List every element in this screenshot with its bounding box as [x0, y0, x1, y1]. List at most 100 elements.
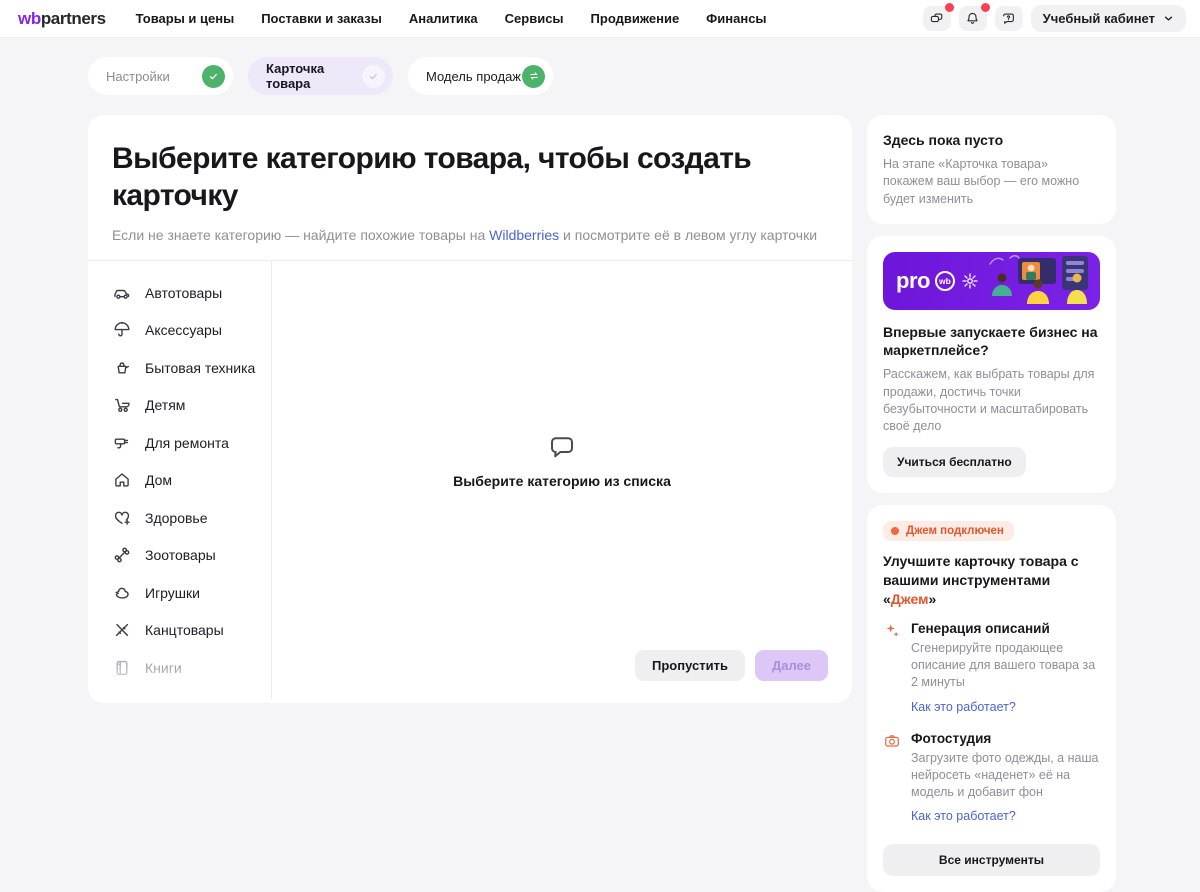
category-item[interactable]: Бытовая техника [88, 349, 271, 387]
step-sales-model[interactable]: Модель продаж [408, 57, 553, 95]
jam-title-after: » [928, 591, 936, 607]
tool-body: Фотостудия Загрузите фото одежды, а наша… [911, 731, 1100, 826]
selection-preview-text: На этапе «Карточка товара» покажем ваш в… [883, 156, 1100, 208]
check-icon [202, 65, 225, 88]
category-item[interactable]: Для ремонта [88, 424, 271, 462]
camera-icon [883, 732, 901, 826]
selection-preview-card: Здесь пока пусто На этапе «Карточка това… [867, 115, 1116, 224]
step-sales-model-label: Модель продаж [426, 69, 521, 84]
bell-icon [965, 11, 980, 26]
category-label: Зоотовары [145, 547, 216, 563]
category-label: Аксессуары [145, 322, 222, 338]
check-icon-inactive [362, 65, 385, 88]
skip-button[interactable]: Пропустить [635, 650, 745, 681]
prowb-logo-wb: wb [935, 271, 955, 291]
prowb-banner[interactable]: pro wb [883, 252, 1100, 310]
nav-services[interactable]: Сервисы [505, 11, 564, 26]
help-button[interactable] [995, 6, 1023, 31]
swap-arrows-icon [522, 65, 545, 88]
empty-state-text: Выберите категорию из списка [453, 473, 671, 489]
nav-promotion[interactable]: Продвижение [591, 11, 680, 26]
stroller-icon [112, 395, 132, 415]
tool-desc: Сгенерируйте продающее описание для ваше… [911, 640, 1100, 692]
category-label: Детям [145, 397, 185, 413]
tool-photo-studio: Фотостудия Загрузите фото одежды, а наша… [883, 731, 1100, 826]
promo-title: Впервые запускаете бизнес на маркетплейс… [883, 323, 1100, 359]
topbar-actions: Учебный кабинет [923, 5, 1186, 32]
category-label: Игрушки [145, 585, 200, 601]
tool-body: Генерация описаний Сгенерируйте продающе… [911, 621, 1100, 716]
tool-name: Генерация описаний [911, 621, 1100, 636]
sparkles-icon [883, 622, 901, 716]
category-item[interactable]: Здоровье [88, 499, 271, 537]
step-product-card[interactable]: Карточка товара [248, 57, 393, 95]
category-item[interactable]: Автотовары [88, 274, 271, 312]
category-label: Для ремонта [145, 435, 229, 451]
prowb-logo: pro wb [896, 268, 980, 294]
category-list: Автотовары Аксессуары [88, 261, 272, 699]
category-item[interactable]: Аксессуары [88, 312, 271, 350]
page-title: Выберите категорию товара, чтобы создать… [112, 141, 802, 214]
wildberries-link[interactable]: Wildberries [489, 227, 559, 243]
wbpartners-logo[interactable]: wbpartners [18, 9, 106, 29]
account-label: Учебный кабинет [1043, 11, 1155, 26]
learn-free-button[interactable]: Учиться бесплатно [883, 447, 1026, 477]
category-item[interactable]: Дом [88, 462, 271, 500]
subtitle-text-before: Если не знаете категорию — найдите похож… [112, 227, 489, 243]
category-item-partially-hidden[interactable] [88, 687, 271, 700]
right-sidebar: Здесь пока пусто На этапе «Карточка това… [867, 115, 1116, 892]
main-head: Выберите категорию товара, чтобы создать… [88, 115, 852, 260]
drill-icon [112, 433, 132, 453]
category-label: Дом [145, 472, 172, 488]
category-item[interactable]: Детям [88, 387, 271, 425]
category-item[interactable]: Игрушки [88, 574, 271, 612]
how-it-works-link[interactable]: Как это работает? [911, 809, 1016, 823]
house-icon [112, 470, 132, 490]
nav-supplies-orders[interactable]: Поставки и заказы [261, 11, 382, 26]
speech-bubble-icon [547, 432, 577, 462]
nav-goods-prices[interactable]: Товары и цены [136, 11, 235, 26]
category-item[interactable]: Канцтовары [88, 612, 271, 650]
car-icon [112, 283, 132, 303]
chat-button[interactable] [923, 6, 951, 31]
empty-state: Выберите категорию из списка [272, 261, 852, 699]
topbar: wbpartners Товары и цены Поставки и зака… [0, 0, 1200, 38]
sunburst-icon [960, 271, 980, 291]
jam-title: Улучшите карточку товара с вашими инстру… [883, 552, 1100, 609]
notifications-button[interactable] [959, 6, 987, 31]
logo-wb: wb [18, 9, 41, 29]
step-settings-label: Настройки [106, 69, 170, 84]
jam-status-badge: Джем подключен [883, 521, 1014, 541]
subtitle-text-after: и посмотрите её в левом углу карточки [559, 227, 817, 243]
category-item[interactable]: Зоотовары [88, 537, 271, 575]
category-picker-card: Выберите категорию товара, чтобы создать… [88, 115, 852, 703]
jam-badge-label: Джем подключен [906, 525, 1004, 537]
notifications-dot [981, 3, 990, 12]
chevron-down-icon [1163, 13, 1174, 24]
stationery-icon [112, 620, 132, 640]
help-icon [1001, 11, 1016, 26]
how-it-works-link[interactable]: Как это работает? [911, 700, 1016, 714]
heart-plus-icon [112, 508, 132, 528]
next-button-disabled[interactable]: Далее [755, 650, 828, 681]
account-menu[interactable]: Учебный кабинет [1031, 5, 1186, 32]
status-dot-icon [891, 527, 899, 535]
jam-tools-card: Джем подключен Улучшите карточку товара … [867, 505, 1116, 892]
nav-analytics[interactable]: Аналитика [409, 11, 478, 26]
main-nav: Товары и цены Поставки и заказы Аналитик… [136, 11, 767, 26]
step-settings[interactable]: Настройки [88, 57, 233, 95]
category-item[interactable]: Книги [88, 649, 271, 687]
category-icon [112, 695, 132, 699]
tool-description-generation: Генерация описаний Сгенерируйте продающе… [883, 621, 1100, 716]
all-tools-button[interactable]: Все инструменты [883, 844, 1100, 876]
book-icon [112, 658, 132, 678]
nav-finances[interactable]: Финансы [706, 11, 766, 26]
category-label: Здоровье [145, 510, 208, 526]
category-label: Книги [145, 660, 182, 676]
category-label: Бытовая техника [145, 360, 255, 376]
chat-notification-dot [945, 3, 954, 12]
promo-illustration [980, 252, 1100, 310]
onboarding-steps: Настройки Карточка товара Модель продаж [88, 57, 553, 95]
kettle-icon [112, 358, 132, 378]
jam-link[interactable]: Джем [891, 591, 929, 607]
